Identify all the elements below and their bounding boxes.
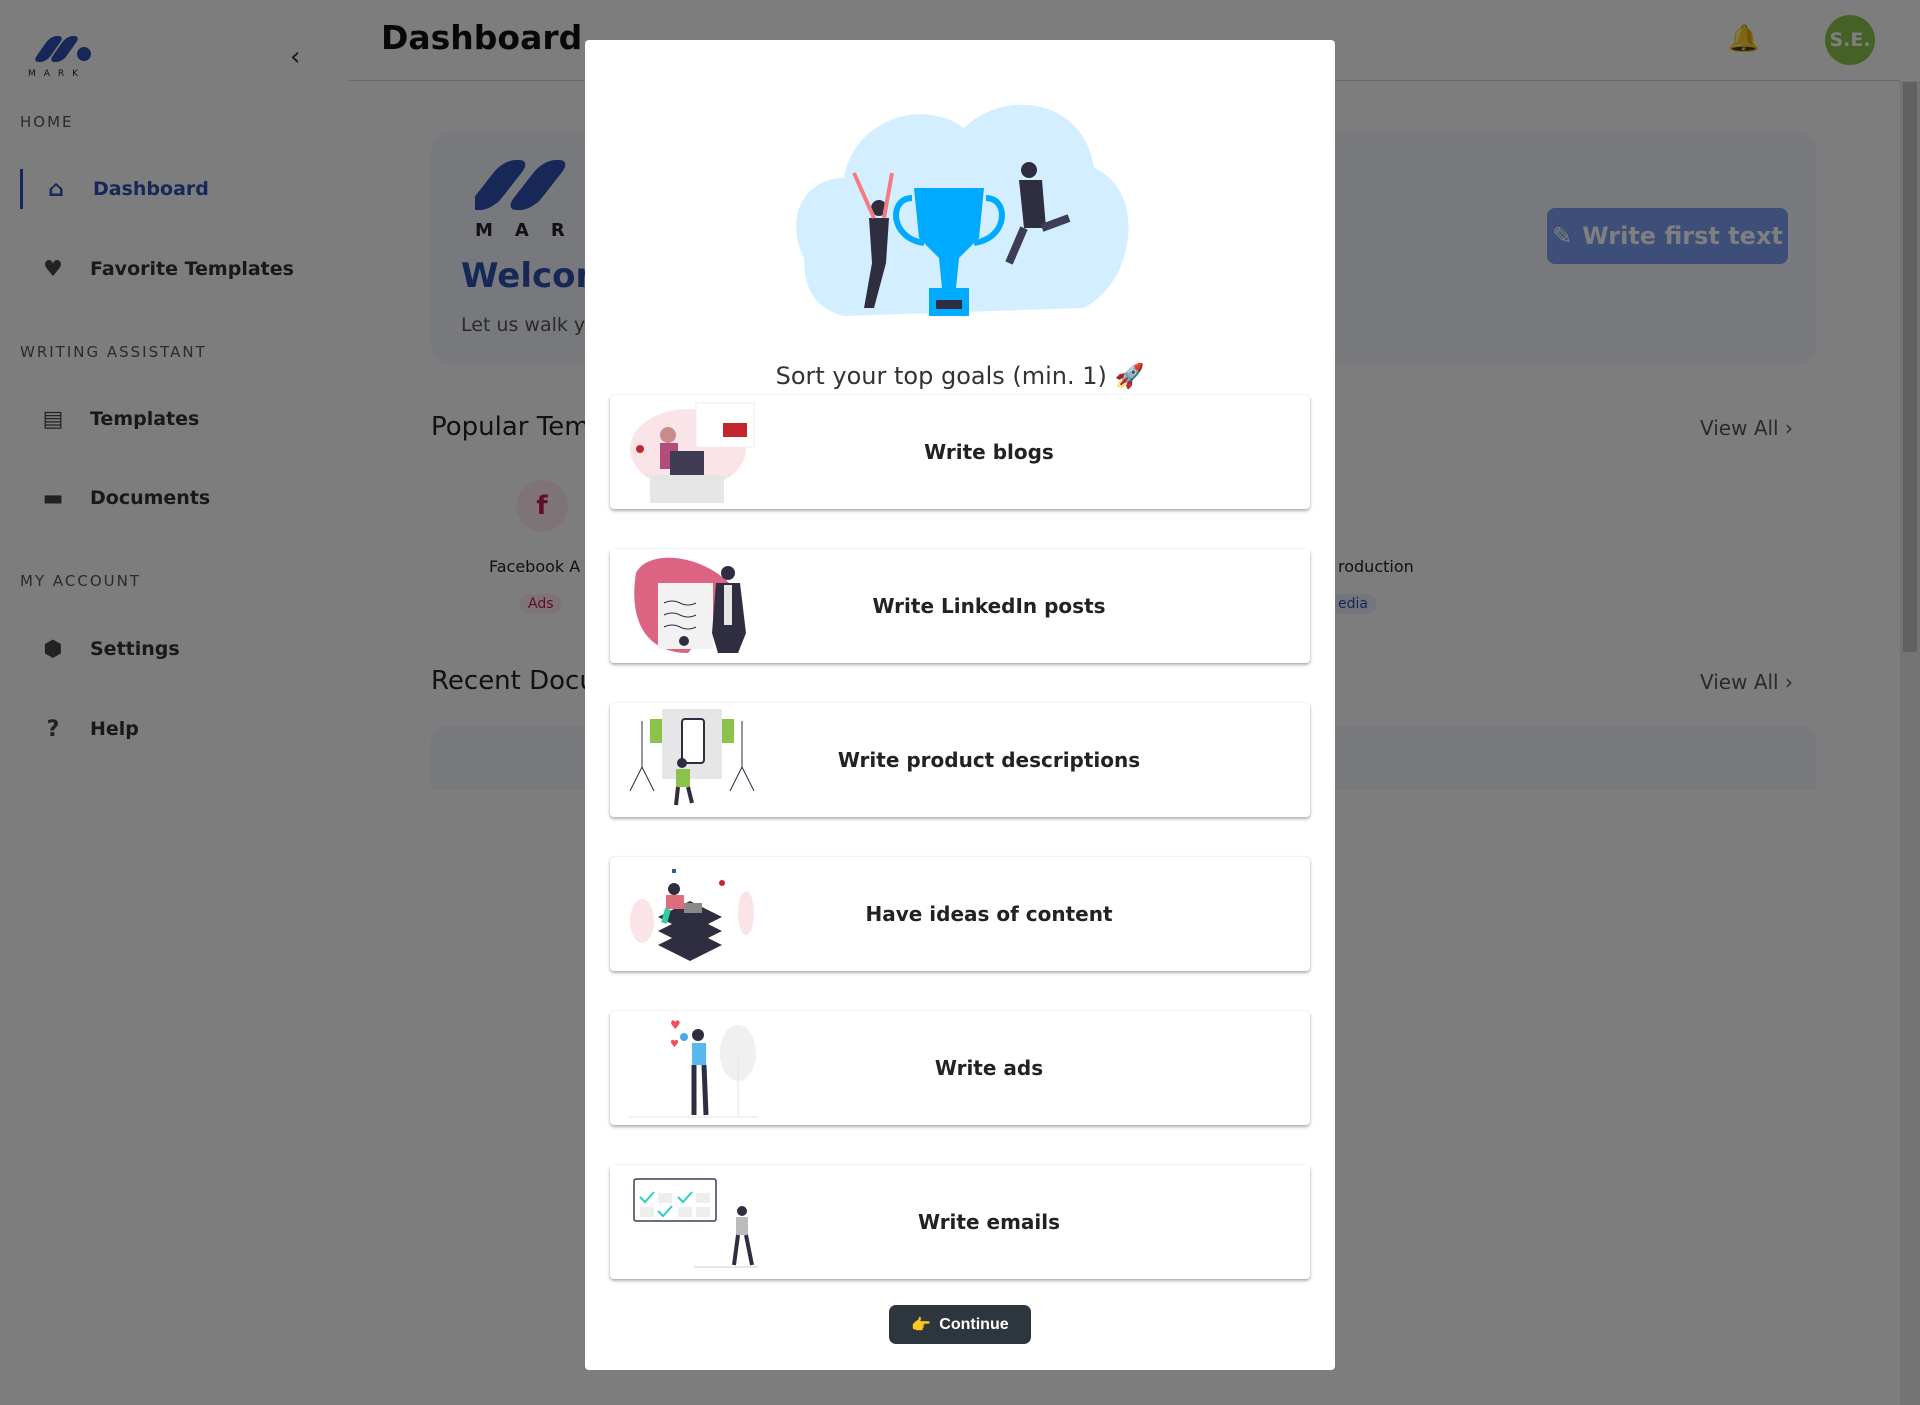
modal-title: Sort your top goals (min. 1) 🚀 <box>775 362 1145 390</box>
product-illustration <box>629 709 755 806</box>
continue-button[interactable]: 👉 Continue <box>889 1305 1031 1344</box>
svg-text:♥: ♥ <box>670 1018 681 1032</box>
blog-illustration <box>630 402 755 503</box>
goal-card-write-product-descriptions[interactable]: Write product descriptions <box>610 703 1310 817</box>
linkedin-illustration <box>634 557 746 653</box>
pointing-hand-icon: 👉 <box>911 1316 932 1334</box>
goal-label: Write LinkedIn posts <box>872 594 1106 618</box>
goal-label: Write ads <box>934 1056 1044 1080</box>
goal-card-have-ideas-of-content[interactable]: Have ideas of content <box>610 857 1310 971</box>
goal-card-write-ads[interactable]: ♥ ♥ Write ads <box>610 1011 1310 1125</box>
svg-text:♥: ♥ <box>670 1039 679 1050</box>
ideas-illustration <box>630 869 754 961</box>
emails-illustration <box>633 1178 758 1268</box>
trophy-illustration <box>796 104 1129 316</box>
goal-card-write-emails[interactable]: Write emails <box>610 1165 1310 1279</box>
goal-label: Write emails <box>917 1210 1061 1234</box>
goal-card-write-linkedin-posts[interactable]: Write LinkedIn posts <box>610 549 1310 663</box>
goals-modal: Sort your top goals (min. 1) 🚀 Write blo… <box>585 40 1335 1370</box>
ads-illustration: ♥♥ <box>628 1018 758 1118</box>
goal-label: Write blogs <box>924 440 1054 464</box>
goal-label: Have ideas of content <box>865 902 1113 926</box>
button-label: Continue <box>939 1315 1009 1333</box>
goal-card-write-blogs[interactable]: Write blogs <box>610 395 1310 509</box>
goal-label: Write product descriptions <box>837 748 1141 772</box>
